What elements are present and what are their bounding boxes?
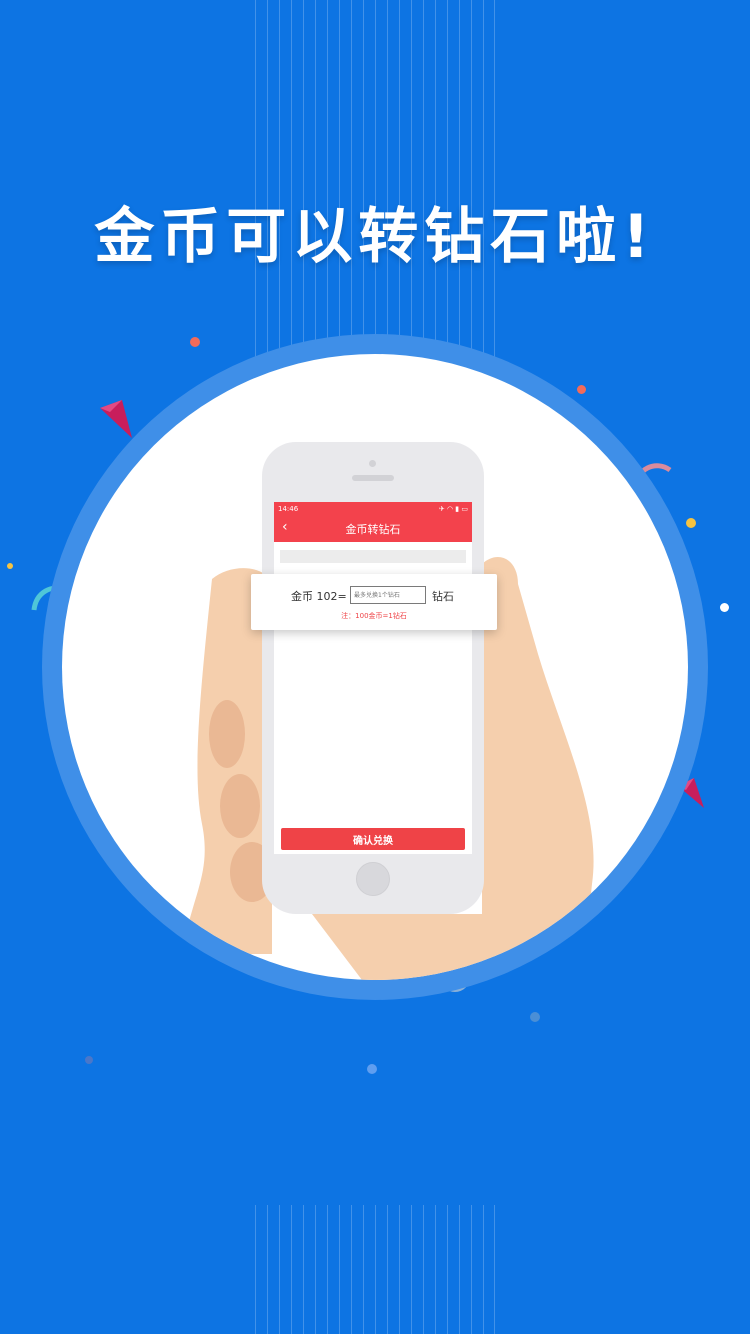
headline: 金币可以转钻石啦! — [94, 202, 656, 272]
phone-camera — [369, 460, 376, 467]
status-time: 14:46 — [278, 505, 299, 513]
nav-bar: ‹ 金币转钻石 — [274, 516, 472, 542]
confetti-dot — [190, 337, 200, 347]
confetti-dot — [85, 1056, 93, 1064]
status-icons: ✈ ◠ ▮ ▭ — [438, 505, 468, 513]
gold-amount-label: 金币 102= — [291, 590, 347, 603]
decorative-stripes-bottom — [255, 1205, 495, 1334]
home-button[interactable] — [356, 862, 390, 896]
exchange-card: 金币 102= 钻石 注：100金币=1钻石 — [251, 574, 497, 630]
phone-screen: 14:46 ✈ ◠ ▮ ▭ ‹ 金币转钻石 确认兑换 — [274, 502, 472, 854]
confetti-dot — [367, 1064, 377, 1074]
phone-speaker — [352, 475, 394, 481]
confetti-dot — [530, 1012, 540, 1022]
placeholder-strip — [280, 550, 466, 563]
confirm-exchange-button[interactable]: 确认兑换 — [281, 828, 465, 850]
exchange-rate-note: 注：100金币=1钻石 — [341, 612, 407, 620]
status-bar: 14:46 ✈ ◠ ▮ ▭ — [274, 502, 472, 516]
nav-title: 金币转钻石 — [345, 523, 401, 536]
back-icon[interactable]: ‹ — [282, 519, 288, 535]
diamond-amount-input[interactable] — [350, 586, 426, 604]
confetti-dot — [720, 603, 729, 612]
confetti-dot — [7, 563, 13, 569]
diamond-label: 钻石 — [432, 590, 454, 603]
